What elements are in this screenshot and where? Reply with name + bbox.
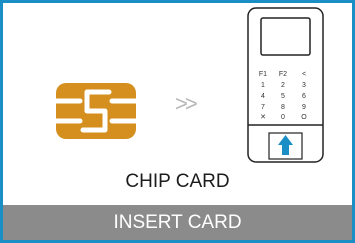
card-type-label: CHIP CARD (125, 171, 230, 192)
keypad-key: 9 (302, 104, 306, 111)
instruction-bar: INSERT CARD (3, 205, 352, 240)
keypad-key: 1 (261, 82, 265, 89)
card-terminal-icon: F1 F2 <1 2 3 4 5 6 7 8 9 ✕ 0 O (247, 7, 324, 163)
chip-card-icon (53, 83, 139, 139)
keypad-key: O (301, 114, 307, 121)
keypad-key: 7 (261, 104, 265, 111)
keypad-key: F2 (279, 71, 287, 78)
keypad-key: 6 (302, 93, 306, 100)
keypad-key: F1 (259, 71, 267, 78)
card-prompt-screen: >> F1 F2 <1 2 3 4 5 6 7 8 9 ✕ 0 O CHIP CARD INSERT CA… (0, 0, 355, 243)
keypad-key: ✕ (260, 114, 266, 121)
keypad-key: 4 (261, 93, 265, 100)
insert-card-label: INSERT CARD (113, 212, 242, 233)
keypad-key: 8 (281, 104, 285, 111)
keypad-key: 0 (281, 114, 285, 121)
double-chevron-icon: >> (175, 91, 198, 116)
keypad-key: 2 (281, 82, 285, 89)
keypad-key: 3 (302, 82, 306, 89)
keypad-key: < (302, 71, 306, 78)
keypad-key: 5 (281, 93, 285, 100)
